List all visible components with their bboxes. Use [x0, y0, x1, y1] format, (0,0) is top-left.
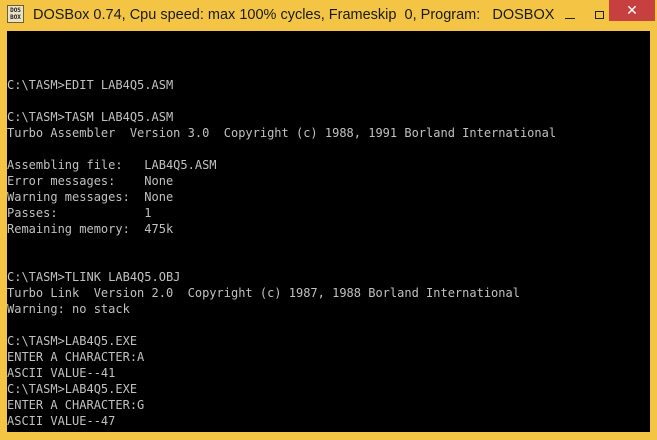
- minimize-icon: [565, 18, 575, 19]
- console-line: ASCII VALUE--47: [7, 414, 116, 428]
- title-bar[interactable]: DOS BOX DOSBox 0.74, Cpu speed: max 100%…: [0, 0, 657, 31]
- console-line: ENTER A CHARACTER:A: [7, 350, 145, 364]
- console-line: C:\TASM>TASM LAB4Q5.ASM: [7, 110, 174, 124]
- console-line: Error messages: None: [7, 174, 174, 188]
- console-output: C:\TASM>EDIT LAB4Q5.ASM C:\TASM>TASM LAB4…: [7, 61, 556, 432]
- console-line: Turbo Link Version 2.0 Copyright (c) 198…: [7, 286, 520, 300]
- console-prompt-line: C:\TASM>: [7, 429, 556, 432]
- dosbox-app-icon[interactable]: DOS BOX: [7, 5, 24, 23]
- console-line: Warning messages: None: [7, 190, 174, 204]
- command-prompt: C:\TASM>: [7, 430, 65, 432]
- console-line: ENTER A CHARACTER:G: [7, 398, 145, 412]
- app-icon-label-top: DOS: [10, 7, 21, 14]
- minimize-button[interactable]: [555, 0, 585, 29]
- app-icon-label-bottom: BOX: [10, 14, 21, 21]
- window-title: DOSBox 0.74, Cpu speed: max 100% cycles,…: [33, 7, 555, 23]
- console-line: Assembling file: LAB4Q5.ASM: [7, 158, 217, 172]
- console-line: C:\TASM>LAB4Q5.EXE: [7, 382, 138, 396]
- console-line: Warning: no stack: [7, 302, 130, 316]
- console-line: C:\TASM>EDIT LAB4Q5.ASM: [7, 78, 174, 92]
- console-line: C:\TASM>TLINK LAB4Q5.OBJ: [7, 270, 181, 284]
- console-line: Turbo Assembler Version 3.0 Copyright (c…: [7, 126, 557, 140]
- maximize-icon: [594, 10, 604, 19]
- close-button[interactable]: ✕: [609, 0, 655, 21]
- console-line: Remaining memory: 475k: [7, 222, 174, 236]
- dos-console-screen[interactable]: C:\TASM>EDIT LAB4Q5.ASM C:\TASM>TASM LAB4…: [7, 31, 650, 432]
- console-line: C:\TASM>LAB4Q5.EXE: [7, 334, 138, 348]
- close-icon: ✕: [626, 2, 638, 19]
- console-line: ASCII VALUE--41: [7, 366, 116, 380]
- console-line: Passes: 1: [7, 206, 152, 220]
- dosbox-window: DOS BOX DOSBox 0.74, Cpu speed: max 100%…: [0, 0, 657, 440]
